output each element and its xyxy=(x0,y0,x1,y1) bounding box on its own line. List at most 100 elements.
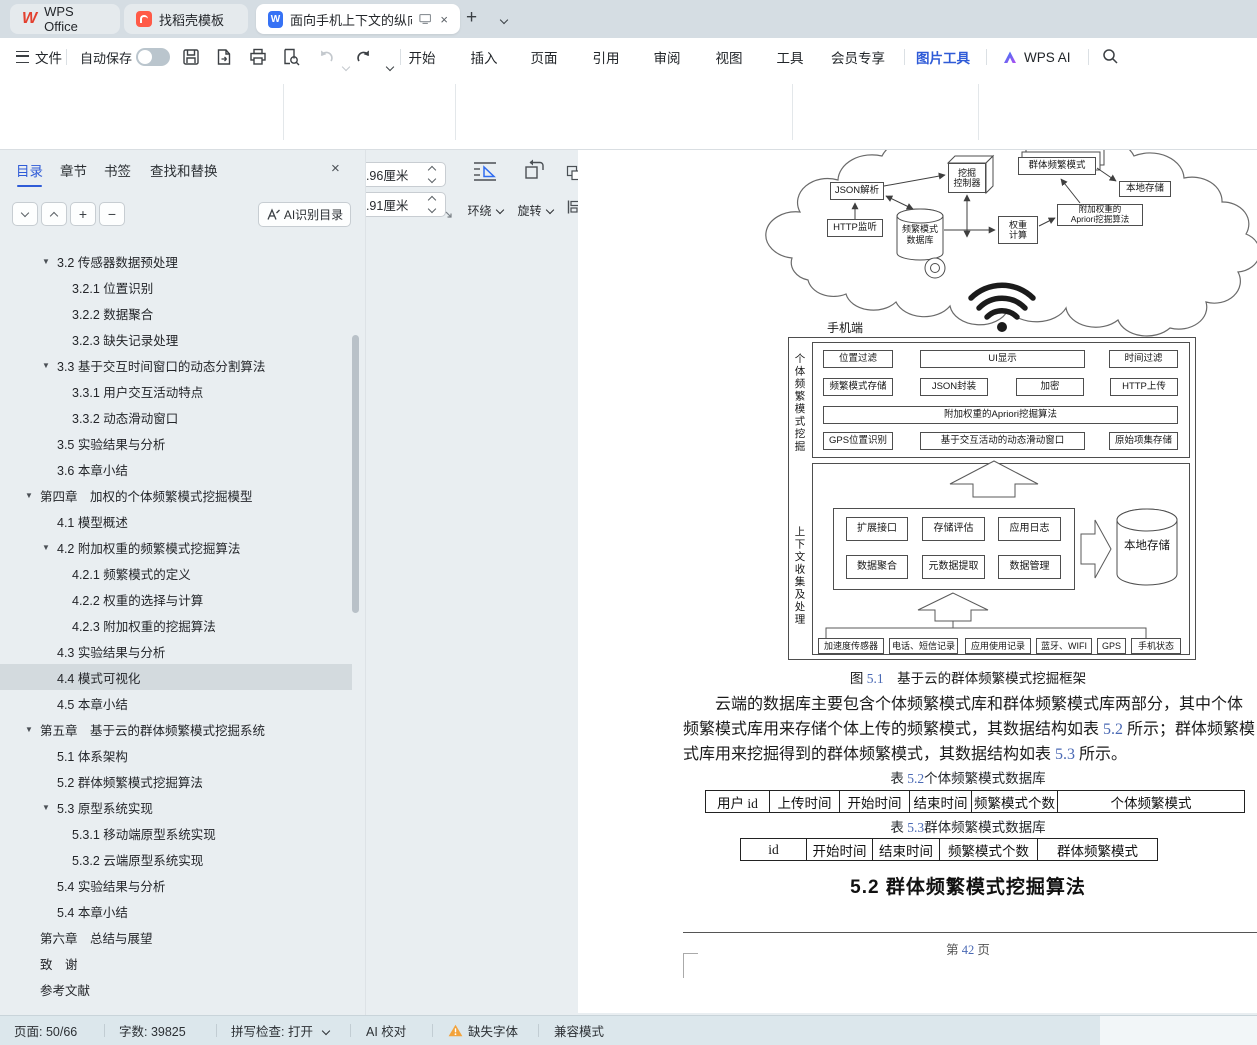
menu-view[interactable]: 视图 xyxy=(709,38,749,76)
toc-item[interactable]: 5.2 群体频繁模式挖掘算法 xyxy=(0,768,352,794)
menu-reference[interactable]: 引用 xyxy=(586,38,626,76)
rotate-button[interactable]: 旋转 xyxy=(512,202,558,218)
toc-item[interactable]: ▼第四章 加权的个体频繁模式挖掘模型 xyxy=(0,482,352,508)
table-header-cell: id xyxy=(740,838,807,861)
menu-tools[interactable]: 工具 xyxy=(770,38,810,76)
tab-list-chevron-icon[interactable] xyxy=(500,16,508,24)
menu-picture-tools[interactable]: 图片工具 xyxy=(916,38,970,76)
wrap-text-icon[interactable] xyxy=(472,160,498,187)
divider xyxy=(904,49,905,65)
expand-icon[interactable]: ▼ xyxy=(42,257,57,266)
tab-docer-template[interactable]: 找稻壳模板 xyxy=(124,4,248,34)
menu-wps-ai[interactable]: WPS AI xyxy=(1002,38,1071,76)
redo-icon[interactable] xyxy=(354,47,374,67)
toc-item[interactable]: ▼5.3 原型系统实现 xyxy=(0,794,352,820)
close-panel-icon[interactable]: × xyxy=(331,160,340,177)
close-tab-icon[interactable]: × xyxy=(440,12,448,27)
file-menu[interactable]: 文件 xyxy=(16,38,62,76)
toc-item[interactable]: 4.2.3 附加权重的挖掘算法 xyxy=(0,612,352,638)
group-divider xyxy=(283,84,284,140)
tab-label: 找稻壳模板 xyxy=(159,10,224,29)
diagram-node: 数据管理 xyxy=(998,555,1061,579)
toc-item[interactable]: 5.3.1 移动端原型系统实现 xyxy=(0,820,352,846)
tab-chapters[interactable]: 章节 xyxy=(60,160,87,180)
toc-item[interactable]: ▼第五章 基于云的群体频繁模式挖掘系统 xyxy=(0,716,352,742)
toc-item[interactable]: 4.5 本章小结 xyxy=(0,690,352,716)
tab-wps-home[interactable]: W WPS Office xyxy=(10,4,120,34)
tab-toc[interactable]: 目录 xyxy=(16,160,43,180)
toc-item[interactable]: 致 谢 xyxy=(0,950,352,976)
divider xyxy=(1088,49,1089,65)
decrement-icon[interactable] xyxy=(428,205,436,213)
zoom-out-outline-button[interactable]: − xyxy=(99,202,125,226)
ai-recognize-toc-button[interactable]: AI识别目录 xyxy=(258,202,351,227)
zoom-in-outline-button[interactable]: + xyxy=(70,202,96,226)
toc-item[interactable]: 3.2.2 数据聚合 xyxy=(0,300,352,326)
word-count[interactable]: 字数: 39825 xyxy=(119,1016,186,1045)
tab-bookmarks[interactable]: 书签 xyxy=(104,160,131,180)
paragraph-line: 式库用来挖掘得到的群体频繁模式，其数据结构如表 5.3 所示。 xyxy=(683,740,1257,764)
diagram-node: JSON封装 xyxy=(920,378,988,396)
toc-item[interactable]: 3.5 实验结果与分析 xyxy=(0,430,352,456)
rotate-icon[interactable] xyxy=(522,158,546,187)
autosave-toggle[interactable] xyxy=(136,48,170,66)
divider xyxy=(66,49,67,65)
increment-icon[interactable] xyxy=(428,196,436,204)
toc-item[interactable]: 3.3.2 动态滑动窗口 xyxy=(0,404,352,430)
expand-icon[interactable]: ▼ xyxy=(42,543,57,552)
toc-item[interactable]: 4.1 模型概述 xyxy=(0,508,352,534)
tab-find-replace[interactable]: 查找和替换 xyxy=(150,160,218,180)
toc-item-selected[interactable]: 4.4 模式可视化 xyxy=(0,664,352,690)
export-icon[interactable] xyxy=(214,47,234,67)
save-icon[interactable] xyxy=(181,47,201,67)
search-icon[interactable] xyxy=(1102,48,1119,65)
wps-ai-logo-icon xyxy=(1002,50,1018,65)
new-tab-icon[interactable]: + xyxy=(466,7,477,29)
toc-item[interactable]: 参考文献 xyxy=(0,976,352,1002)
compatibility-mode[interactable]: 兼容模式 xyxy=(554,1016,604,1045)
toc-item[interactable]: ▼3.3 基于交互时间窗口的动态分割算法 xyxy=(0,352,352,378)
toc-item[interactable]: 第六章 总结与展望 xyxy=(0,924,352,950)
redo-chevron-icon[interactable] xyxy=(386,63,394,71)
expand-icon[interactable]: ▼ xyxy=(25,725,40,734)
toc-item[interactable]: 5.4 本章小结 xyxy=(0,898,352,924)
menu-review[interactable]: 审阅 xyxy=(647,38,687,76)
toc-item[interactable]: 5.4 实验结果与分析 xyxy=(0,872,352,898)
decrement-icon[interactable] xyxy=(428,175,436,183)
ai-proofread[interactable]: AI 校对 xyxy=(366,1016,406,1045)
toc-item[interactable]: 4.2.1 频繁模式的定义 xyxy=(0,560,352,586)
toc-item[interactable]: ▼3.2 传感器数据预处理 xyxy=(0,248,352,274)
document-page[interactable]: JSON解析 HTTP监听 挖掘控制器 频繁模式数据库 权重计算 群体频繁模式 … xyxy=(578,150,1257,1013)
wrap-button[interactable]: 环绕 xyxy=(462,202,508,218)
print-icon[interactable] xyxy=(248,47,268,67)
page-indicator[interactable]: 页面: 50/66 xyxy=(14,1016,77,1045)
menu-insert[interactable]: 插入 xyxy=(464,38,504,76)
print-preview-icon[interactable] xyxy=(281,47,301,67)
status-bar: 页面: 50/66 字数: 39825 拼写检查: 打开 AI 校对 缺失字体 … xyxy=(0,1015,1257,1045)
toc-item[interactable]: 4.2.2 权重的选择与计算 xyxy=(0,586,352,612)
dialog-launcher-icon[interactable] xyxy=(444,210,454,220)
toc-item[interactable]: 4.3 实验结果与分析 xyxy=(0,638,352,664)
menu-start[interactable]: 开始 xyxy=(402,38,442,76)
collapse-all-button[interactable] xyxy=(12,202,38,226)
expand-all-button[interactable] xyxy=(41,202,67,226)
divider xyxy=(104,1024,105,1037)
toc-item[interactable]: 5.1 体系架构 xyxy=(0,742,352,768)
increment-icon[interactable] xyxy=(428,166,436,174)
toc-item[interactable]: 3.3.1 用户交互活动特点 xyxy=(0,378,352,404)
menu-member[interactable]: 会员专享 xyxy=(828,38,888,76)
toc-item[interactable]: ▼4.2 附加权重的频繁模式挖掘算法 xyxy=(0,534,352,560)
expand-icon[interactable]: ▼ xyxy=(42,361,57,370)
toc-item[interactable]: 3.6 本章小结 xyxy=(0,456,352,482)
spell-check[interactable]: 拼写检查: 打开 xyxy=(231,1016,329,1045)
expand-icon[interactable]: ▼ xyxy=(42,803,57,812)
toc-item[interactable]: 3.2.1 位置识别 xyxy=(0,274,352,300)
menu-page[interactable]: 页面 xyxy=(524,38,564,76)
tab-document[interactable]: W 面向手机上下文的纵向多源数 × xyxy=(256,4,460,34)
expand-icon[interactable]: ▼ xyxy=(25,491,40,500)
toc-item[interactable]: 3.2.3 缺失记录处理 xyxy=(0,326,352,352)
missing-font-warning[interactable]: 缺失字体 xyxy=(448,1016,518,1045)
toc-item[interactable]: 5.3.2 云端原型系统实现 xyxy=(0,846,352,872)
diagram-node: JSON解析 xyxy=(830,182,884,200)
toc-scrollbar[interactable] xyxy=(352,335,359,613)
